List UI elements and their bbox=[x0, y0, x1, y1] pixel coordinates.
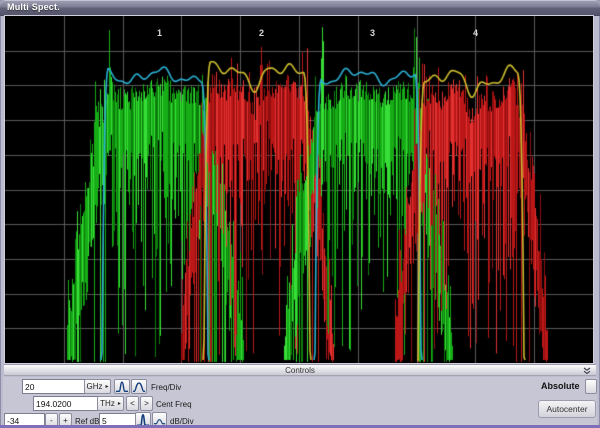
cent-freq-left-button[interactable]: < bbox=[126, 396, 139, 411]
autocenter-button[interactable]: Autocenter bbox=[538, 400, 596, 418]
channel-label-2: 2 bbox=[259, 28, 265, 38]
cent-freq-right-button[interactable]: > bbox=[140, 396, 153, 411]
dropdown-arrow-icon: ▸ bbox=[105, 384, 109, 390]
freq-unit-dropdown[interactable]: GHz ▸ bbox=[84, 379, 111, 394]
channel-label-4: 4 bbox=[473, 28, 479, 38]
cent-freq-label: Cent Freq bbox=[156, 400, 192, 409]
cent-freq-input[interactable] bbox=[33, 396, 99, 411]
cent-freq-unit-value: THz bbox=[100, 399, 115, 408]
dropdown-arrow-icon: ▸ bbox=[117, 401, 121, 407]
channel-label-3: 3 bbox=[370, 28, 376, 38]
span-narrow-button[interactable] bbox=[114, 379, 130, 394]
controls-panel: GHz ▸ Freq/Div THz ▸ < > Cent Freq - + R… bbox=[3, 377, 597, 428]
span-wide-button[interactable] bbox=[131, 379, 147, 394]
controls-header[interactable]: Controls bbox=[4, 364, 596, 376]
absolute-toggle-button[interactable] bbox=[585, 379, 597, 394]
channel-label-1: 1 bbox=[157, 28, 163, 38]
narrow-peak-icon bbox=[115, 380, 129, 393]
window-title: Multi Spect. bbox=[7, 2, 60, 12]
freq-div-input[interactable] bbox=[22, 379, 86, 394]
absolute-label: Absolute bbox=[541, 381, 580, 391]
controls-header-label: Controls bbox=[285, 366, 315, 375]
cent-freq-unit-dropdown[interactable]: THz ▸ bbox=[97, 396, 124, 411]
multi-spect-window: Multi Spect. 1 2 3 4 Controls GHz ▸ bbox=[0, 0, 600, 428]
freq-div-label: Freq/Div bbox=[151, 383, 182, 392]
freq-unit-value: GHz bbox=[86, 382, 103, 391]
spectrum-canvas[interactable] bbox=[5, 16, 593, 363]
spectrum-plot-area[interactable]: 1 2 3 4 bbox=[4, 15, 594, 364]
collapse-chevron-icon[interactable] bbox=[583, 367, 591, 375]
wide-peak-icon bbox=[132, 380, 146, 393]
title-bar[interactable]: Multi Spect. bbox=[0, 0, 600, 16]
